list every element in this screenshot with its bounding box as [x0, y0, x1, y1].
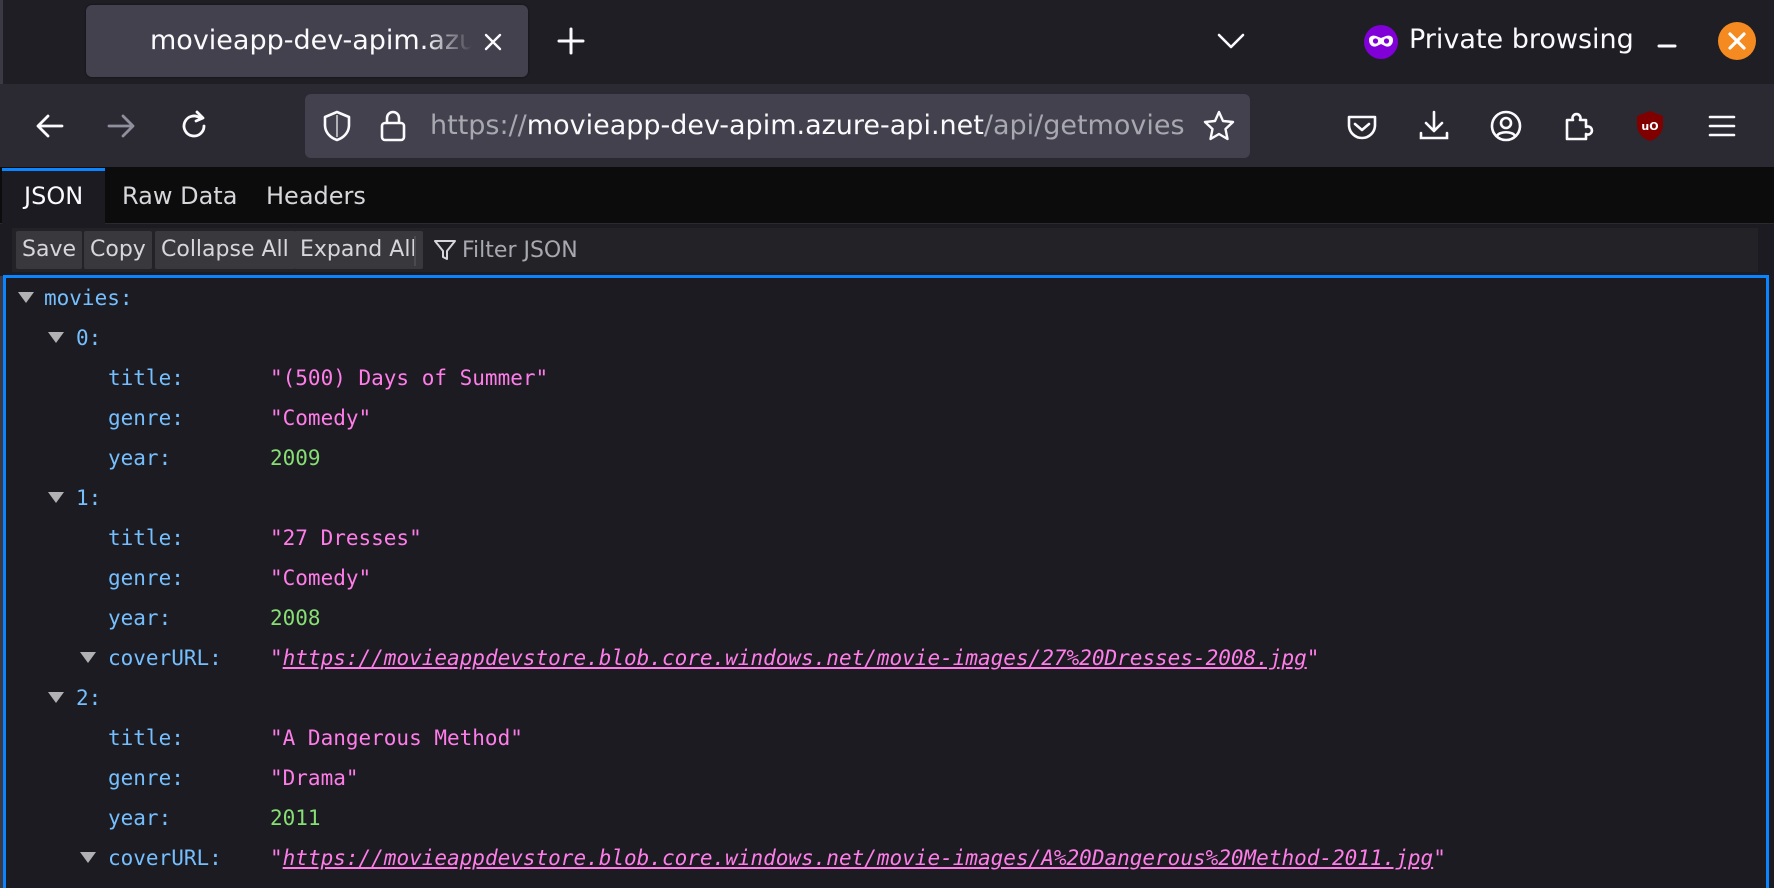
filter-json-input[interactable] [462, 231, 1062, 269]
expand-arrow-icon[interactable] [48, 332, 64, 343]
json-string-value: "Drama" [270, 766, 359, 790]
pocket-icon[interactable] [1342, 106, 1382, 146]
json-key: genre: [108, 766, 184, 790]
json-key: coverURL: [108, 646, 222, 670]
tree-row-cover-url[interactable]: coverURL: "https://movieappdevstore.blob… [6, 638, 1706, 678]
lock-icon[interactable] [377, 108, 409, 144]
expand-arrow-icon[interactable] [18, 292, 34, 303]
browser-tab[interactable]: movieapp-dev-apim.azure-api.net/api/getm… [86, 5, 528, 77]
tree-row: title: "27 Dresses" [6, 518, 1706, 558]
json-key: 2: [76, 686, 102, 710]
close-tab-icon[interactable] [478, 27, 508, 57]
menu-icon[interactable] [1702, 106, 1742, 146]
json-url-value: "https://movieappdevstore.blob.core.wind… [270, 838, 1446, 878]
tree-row-index[interactable]: 2: [6, 678, 1706, 718]
json-key: genre: [108, 406, 184, 430]
filter-icon [434, 240, 456, 260]
tree-row: year: 2011 [6, 798, 1706, 838]
bookmark-star-icon[interactable] [1200, 107, 1238, 145]
copy-button[interactable]: Copy [84, 231, 152, 269]
json-tree: movies: 0: title: "(500) Days of Summer"… [3, 275, 1769, 888]
tree-row-cover-url[interactable]: coverURL: "https://movieappdevstore.blob… [6, 838, 1706, 878]
json-key: genre: [108, 566, 184, 590]
tab-title: movieapp-dev-apim.azure-api.net/api/getm… [150, 25, 472, 56]
tree-row: genre: "Comedy" [6, 558, 1706, 598]
chevron-down-icon[interactable] [1214, 26, 1248, 56]
json-string-value: "(500) Days of Summer" [270, 366, 549, 390]
account-icon[interactable] [1486, 106, 1526, 146]
forward-icon[interactable] [101, 106, 141, 146]
quote-mark: " [270, 646, 283, 670]
json-key: year: [108, 806, 172, 830]
json-key: title: [108, 366, 184, 390]
json-key: 0: [76, 326, 102, 350]
quote-mark: " [1306, 646, 1320, 670]
json-key: movies: [44, 286, 133, 310]
back-icon[interactable] [30, 106, 70, 146]
tab-json[interactable]: JSON [2, 168, 106, 224]
quote-mark: " [1433, 846, 1446, 870]
navigation-toolbar: https://movieapp-dev-apim.azure-api.net/… [0, 84, 1774, 168]
json-key: title: [108, 726, 184, 750]
json-string-value: "A Dangerous Method" [270, 726, 523, 750]
minimize-icon[interactable] [1652, 30, 1682, 60]
json-url-value: "https://movieappdevstore.blob.core.wind… [270, 638, 1319, 678]
private-browsing-label: Private browsing [1409, 24, 1634, 55]
json-key: year: [108, 446, 172, 470]
quote-mark: " [270, 846, 283, 870]
ublock-origin-icon[interactable]: uO [1630, 106, 1670, 146]
json-string-value: "Comedy" [270, 566, 372, 590]
url-scheme: https:// [430, 110, 527, 141]
url-text[interactable]: https://movieapp-dev-apim.azure-api.net/… [430, 108, 1185, 144]
json-string-value: "27 Dresses" [270, 526, 422, 550]
tab-strip: movieapp-dev-apim.azure-api.net/api/getm… [0, 0, 1774, 888]
tree-row: genre: "Comedy" [6, 398, 1706, 438]
url-host: movieapp-dev-apim.azure-api.net [526, 110, 984, 141]
json-number-value: 2011 [270, 806, 321, 830]
tab-headers[interactable]: Headers [244, 168, 388, 224]
tab-raw-data[interactable]: Raw Data [100, 168, 259, 224]
save-button[interactable]: Save [16, 231, 83, 269]
json-toolbar: Save Copy Collapse All Expand All [0, 224, 1774, 276]
json-key: title: [108, 526, 184, 550]
expand-arrow-icon[interactable] [48, 692, 64, 703]
cover-url-link[interactable]: https://movieappdevstore.blob.core.windo… [283, 846, 1434, 870]
json-string-value: "Comedy" [270, 406, 372, 430]
json-number-value: 2009 [270, 446, 321, 470]
close-window-button[interactable] [1718, 22, 1756, 60]
toolbar-separator [414, 236, 416, 266]
new-tab-icon[interactable] [552, 22, 590, 60]
expand-arrow-icon[interactable] [80, 852, 96, 863]
downloads-icon[interactable] [1414, 106, 1454, 146]
tree-row: title: "A Dangerous Method" [6, 718, 1706, 758]
json-key: coverURL: [108, 846, 222, 870]
url-bar[interactable]: https://movieapp-dev-apim.azure-api.net/… [305, 94, 1250, 158]
cover-url-link[interactable]: https://movieappdevstore.blob.core.windo… [283, 646, 1307, 670]
expand-all-button[interactable]: Expand All [294, 231, 423, 269]
reload-icon[interactable] [174, 106, 214, 146]
tree-row: year: 2009 [6, 438, 1706, 478]
tree-row-movies[interactable]: movies: [6, 278, 1706, 318]
expand-arrow-icon[interactable] [80, 652, 96, 663]
extensions-icon[interactable] [1558, 106, 1598, 146]
tracking-protection-shield-icon[interactable] [319, 108, 355, 144]
tree-row: genre: "Drama" [6, 758, 1706, 798]
json-key: 1: [76, 486, 102, 510]
tree-row-index[interactable]: 1: [6, 478, 1706, 518]
url-path: /api/getmovies [983, 110, 1185, 141]
json-key: year: [108, 606, 172, 630]
json-toolbar-inner: Save Copy Collapse All Expand All [12, 228, 1758, 272]
tree-row: year: 2008 [6, 598, 1706, 638]
private-browsing-icon [1364, 25, 1398, 59]
json-viewer-tabs: JSON Raw Data Headers [0, 168, 1774, 224]
json-number-value: 2008 [270, 606, 321, 630]
tree-row: title: "(500) Days of Summer" [6, 358, 1706, 398]
collapse-all-button[interactable]: Collapse All [155, 231, 295, 269]
svg-text:uO: uO [1641, 120, 1658, 133]
close-icon [1728, 32, 1746, 50]
tree-row-index[interactable]: 0: [6, 318, 1706, 358]
expand-arrow-icon[interactable] [48, 492, 64, 503]
